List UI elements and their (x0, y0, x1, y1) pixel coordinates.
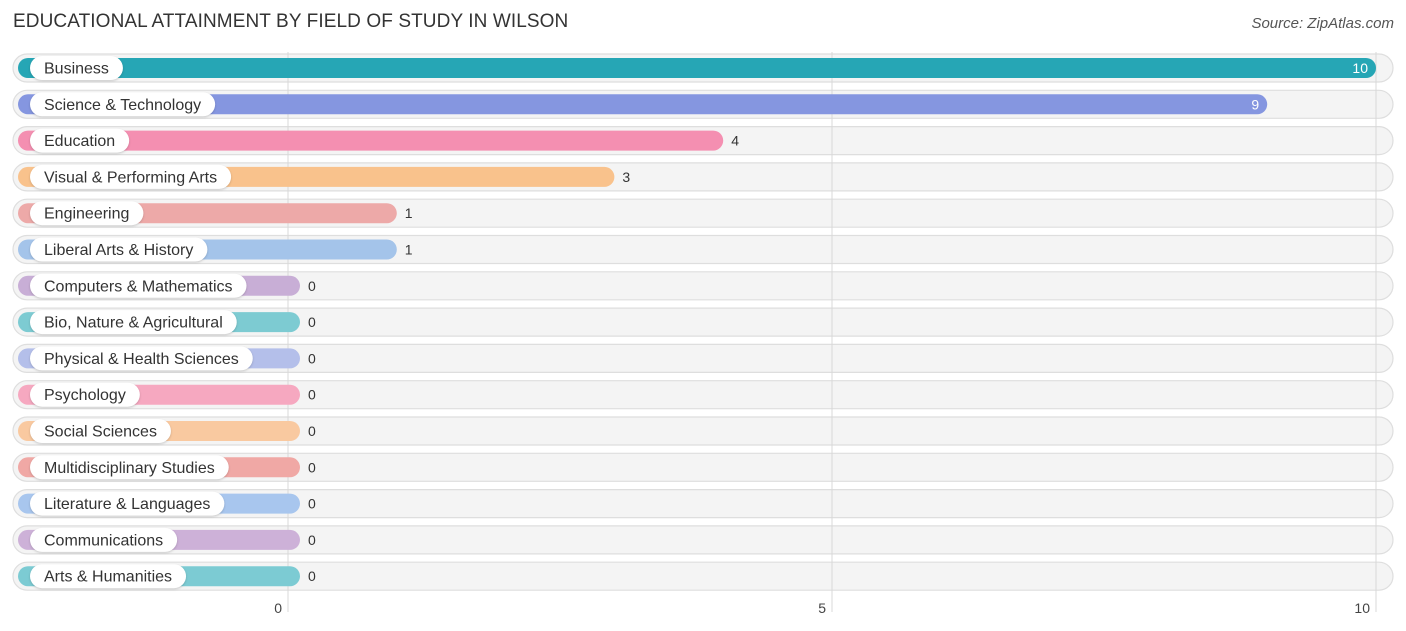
bar-row: Liberal Arts & History 1 (18, 237, 413, 262)
bar-label: Multidisciplinary Studies (44, 460, 215, 477)
value-label: 4 (731, 133, 739, 149)
value-label: 1 (405, 242, 413, 258)
x-tick-label: 10 (1354, 600, 1370, 616)
value-label: 9 (1251, 96, 1259, 112)
bar-label: Communications (44, 532, 163, 549)
value-label: 0 (308, 496, 316, 512)
value-label: 3 (622, 169, 630, 185)
value-label: 0 (308, 278, 316, 294)
x-tick-label: 5 (818, 600, 826, 616)
bar-row: Communications 0 (18, 527, 316, 552)
bar-row: Physical & Health Sciences 0 (18, 346, 316, 371)
bar-label: Business (44, 61, 109, 78)
bar-label: Visual & Performing Arts (44, 169, 217, 186)
value-label: 0 (308, 314, 316, 330)
bar-row: Social Sciences 0 (18, 419, 316, 443)
bar-label: Science & Technology (44, 97, 201, 114)
bar-row: Computers & Mathematics 0 (18, 273, 316, 298)
bar-label: Arts & Humanities (44, 569, 172, 586)
value-label: 10 (1352, 60, 1368, 76)
bar-row: Business 10 (18, 56, 1376, 80)
bar-label: Social Sciences (44, 424, 157, 441)
value-label: 0 (308, 568, 316, 584)
bar-label: Engineering (44, 206, 129, 223)
value-label: 1 (405, 205, 413, 221)
bar-label: Psychology (44, 387, 126, 404)
bar-row: Multidisciplinary Studies 0 (18, 455, 316, 480)
bar-row: Visual & Performing Arts 3 (18, 164, 630, 189)
value-label: 0 (308, 423, 316, 439)
bar-label: Education (44, 133, 115, 150)
bar-label: Physical & Health Sciences (44, 351, 239, 368)
bar-label: Computers & Mathematics (44, 278, 233, 295)
bar-label: Bio, Nature & Agricultural (44, 315, 223, 332)
bar-row: Engineering 1 (18, 201, 413, 226)
bar-row: Science & Technology 9 (18, 92, 1268, 117)
bar-label: Liberal Arts & History (44, 242, 193, 259)
bar-row: Education 4 (18, 128, 739, 153)
bar-chart: Business 10Science & Technology 9Education… (12, 52, 1394, 616)
bar-row: Psychology 0 (18, 382, 316, 407)
bar-row: Arts & Humanities 0 (18, 564, 316, 589)
bar (18, 58, 1376, 78)
value-label: 0 (308, 350, 316, 366)
value-label: 0 (308, 532, 316, 548)
x-tick-label: 0 (274, 600, 282, 616)
value-label: 0 (308, 459, 316, 475)
value-label: 0 (308, 387, 316, 403)
bar-row: Bio, Nature & Agricultural 0 (18, 310, 316, 335)
bar-label: Literature & Languages (44, 496, 210, 513)
bar-row: Literature & Languages 0 (18, 491, 316, 516)
